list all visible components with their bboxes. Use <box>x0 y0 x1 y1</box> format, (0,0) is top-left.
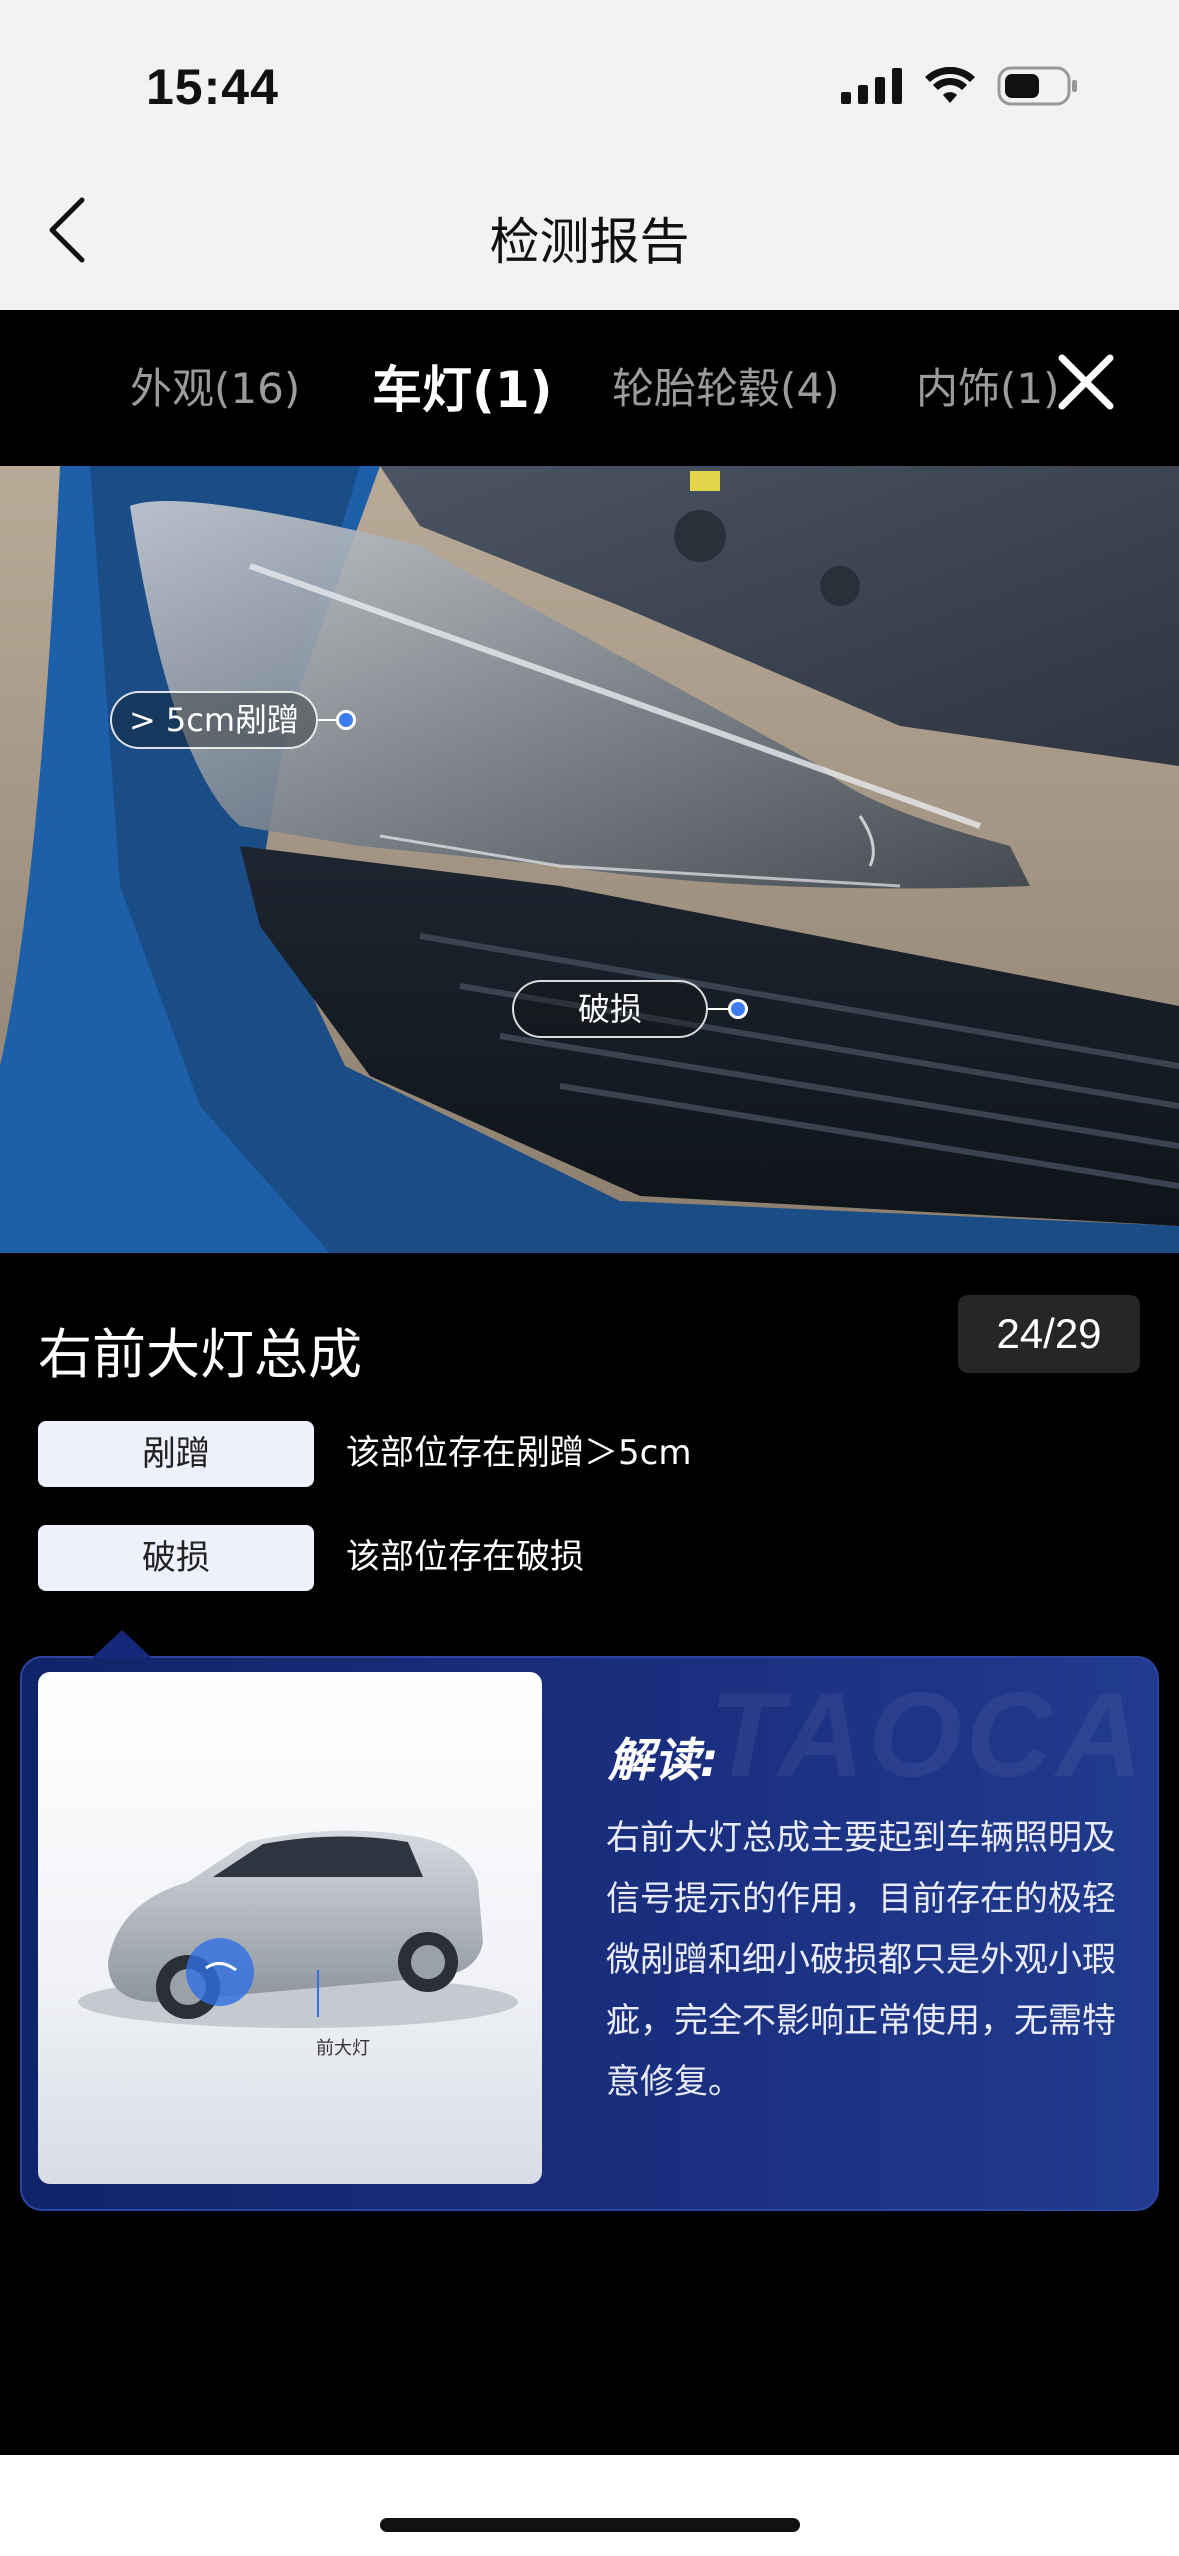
defect-item: 剐蹭 该部位存在剐蹭＞5cm <box>38 1421 1138 1487</box>
interpretation-heading: 解读: <box>608 1733 719 1787</box>
tag-marker-dot <box>336 710 356 730</box>
photo-tag-damage[interactable]: 破损 <box>512 980 708 1038</box>
defect-item: 破损 该部位存在破损 <box>38 1525 1138 1591</box>
headlight-photo <box>0 466 1179 1253</box>
interpretation-text: 右前大灯总成主要起到车辆照明及信号提示的作用，目前存在的极轻微剐蹭和细小破损都只… <box>606 1818 1116 2102</box>
tab-lights[interactable]: 车灯(1) <box>372 350 553 422</box>
tab-tires-wheels[interactable]: 轮胎轮毂(4) <box>612 355 840 416</box>
tag-marker-dot <box>728 999 748 1019</box>
home-area <box>0 2455 1179 2556</box>
car-part-caption: 前大灯 <box>316 2038 370 2059</box>
close-icon <box>1058 354 1114 410</box>
car-diagram: 前大灯 <box>38 1672 542 2184</box>
car-illustration <box>78 1830 518 2028</box>
defect-chip: 剐蹭 <box>38 1421 314 1487</box>
photo-tag-scratch-label: > 5cm剐蹭 <box>128 701 300 739</box>
tab-exterior[interactable]: 外观(16) <box>130 355 300 416</box>
defect-chip: 破损 <box>38 1525 314 1591</box>
interpretation-card: TAOCA 前大灯 解读: 右前大灯总成主要起到车辆照明及信号提示的作用，目前存… <box>20 1630 1159 2211</box>
wifi-icon <box>925 67 975 103</box>
defect-description: 该部位存在破损 <box>346 1537 584 1577</box>
category-tabs: 外观(16) 车灯(1) 轮胎轮毂(4) 内饰(1) <box>0 310 1179 466</box>
status-time: 15:44 <box>146 59 279 115</box>
tab-interior[interactable]: 内饰(1) <box>916 355 1060 416</box>
brand-watermark: TAOCA <box>709 1668 1147 1802</box>
part-photo[interactable]: > 5cm剐蹭 破损 <box>0 466 1179 1253</box>
nav-bar: 检测报告 <box>0 170 1179 310</box>
close-button[interactable] <box>1056 352 1116 412</box>
signal-icon <box>841 68 902 104</box>
home-indicator[interactable] <box>380 2518 800 2532</box>
page-title: 检测报告 <box>489 213 690 271</box>
battery-icon <box>997 66 1077 106</box>
part-title: 右前大灯总成 <box>38 1323 362 1386</box>
status-icons <box>841 66 1079 106</box>
page-indicator: 24/29 <box>958 1295 1140 1373</box>
photo-tag-scratch[interactable]: > 5cm剐蹭 <box>110 691 318 749</box>
defect-description: 该部位存在剐蹭＞5cm <box>346 1433 692 1473</box>
status-bar: 15:44 <box>0 0 1179 170</box>
photo-tag-damage-label: 破损 <box>577 990 642 1028</box>
inspection-viewer: 外观(16) 车灯(1) 轮胎轮毂(4) 内饰(1) > 5cm剐蹭 破损 右前… <box>0 310 1179 2455</box>
